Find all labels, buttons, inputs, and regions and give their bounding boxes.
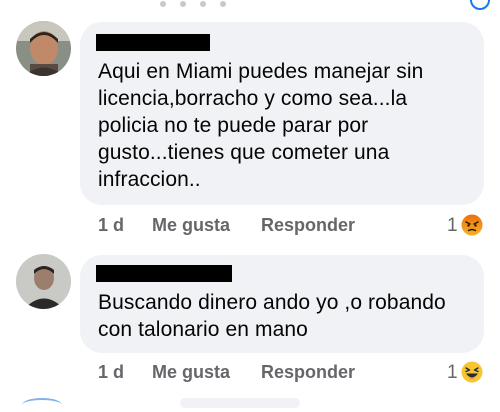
redacted-author-name: [96, 265, 232, 282]
comment-text: Buscando dinero ando yo ,o robando con t…: [98, 291, 446, 341]
redacted-author-name: [96, 34, 210, 51]
next-comment-edge: [180, 398, 300, 408]
avatar[interactable]: [16, 21, 71, 76]
comment-bubble: Buscando dinero ando yo ,o robando con t…: [80, 255, 484, 353]
previous-actions-fragment: [160, 0, 300, 7]
laughing-face-icon[interactable]: [461, 361, 483, 383]
comment-timestamp[interactable]: 1 d: [98, 215, 124, 236]
angry-face-icon[interactable]: [461, 214, 483, 236]
comment-text: Aqui en Miami puedes manejar sin licenci…: [98, 60, 424, 191]
reaction-count[interactable]: 1: [447, 362, 458, 384]
comment-timestamp[interactable]: 1 d: [98, 362, 124, 383]
reply-button[interactable]: Responder: [261, 362, 355, 383]
comment-actions: 1 d Me gusta Responder: [98, 215, 398, 241]
like-button[interactable]: Me gusta: [152, 362, 230, 383]
reply-button[interactable]: Responder: [261, 215, 355, 236]
previous-reaction-icon: [470, 0, 490, 10]
comment-actions: 1 d Me gusta Responder: [98, 362, 398, 388]
comment-bubble: Aqui en Miami puedes manejar sin licenci…: [80, 22, 484, 205]
avatar[interactable]: [16, 254, 71, 309]
reaction-count[interactable]: 1: [447, 215, 458, 237]
like-button[interactable]: Me gusta: [152, 215, 230, 236]
previous-comment-edge: [0, 0, 500, 10]
next-avatar-edge: [22, 398, 62, 412]
